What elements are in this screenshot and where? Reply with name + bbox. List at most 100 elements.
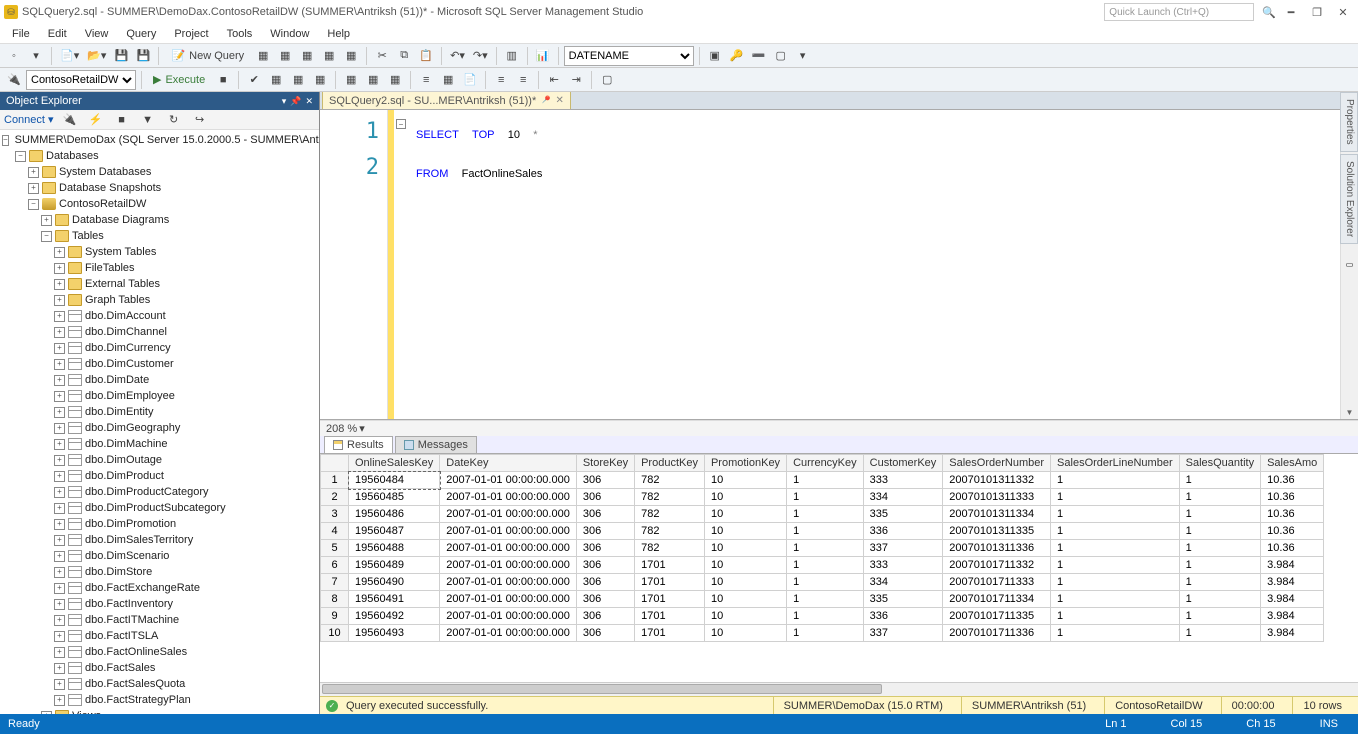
- column-header[interactable]: StoreKey: [576, 455, 634, 472]
- row-header[interactable]: 5: [321, 540, 349, 557]
- expand-icon[interactable]: +: [41, 215, 52, 226]
- table-dbo-dimdate[interactable]: +dbo.DimDate: [2, 372, 319, 388]
- uncomment-button[interactable]: ≡: [513, 70, 533, 90]
- grid-cell[interactable]: 306: [576, 540, 634, 557]
- grid-cell[interactable]: 337: [863, 625, 943, 642]
- grid-cell[interactable]: 1: [1051, 557, 1180, 574]
- grid-cell[interactable]: 1: [1051, 591, 1180, 608]
- expand-icon[interactable]: +: [54, 295, 65, 306]
- results-to-file-button[interactable]: 📄: [460, 70, 480, 90]
- row-header[interactable]: 1: [321, 472, 349, 489]
- tb-misc5-icon[interactable]: ▾: [793, 46, 813, 66]
- editor-tab[interactable]: SQLQuery2.sql - SU...MER\Antriksh (51))*…: [322, 92, 571, 109]
- grid-cell[interactable]: 1: [787, 506, 864, 523]
- grid-cell[interactable]: 20070101311336: [943, 540, 1051, 557]
- properties-button[interactable]: ▥: [502, 46, 522, 66]
- grid-cell[interactable]: 333: [863, 472, 943, 489]
- table-dbo-factsalesquota[interactable]: +dbo.FactSalesQuota: [2, 676, 319, 692]
- row-header-corner[interactable]: [321, 455, 349, 472]
- messages-tab[interactable]: Messages: [395, 436, 477, 453]
- grid-cell[interactable]: 2007-01-01 00:00:00.000: [440, 557, 577, 574]
- grid-cell[interactable]: 782: [635, 472, 705, 489]
- menu-edit[interactable]: Edit: [40, 26, 75, 42]
- grid-cell[interactable]: 1: [787, 540, 864, 557]
- contosoretaildw-node[interactable]: −ContosoRetailDW: [2, 196, 319, 212]
- column-header[interactable]: SalesAmo: [1261, 455, 1324, 472]
- tb-misc4-icon[interactable]: ▢: [771, 46, 791, 66]
- table-dbo-dimchannel[interactable]: +dbo.DimChannel: [2, 324, 319, 340]
- grid-cell[interactable]: 782: [635, 523, 705, 540]
- menu-project[interactable]: Project: [166, 26, 216, 42]
- graph-tables-node[interactable]: +Graph Tables: [2, 292, 319, 308]
- grid-cell[interactable]: 10: [704, 472, 786, 489]
- grid-cell[interactable]: 1: [787, 557, 864, 574]
- table-dbo-dimsalesterritory[interactable]: +dbo.DimSalesTerritory: [2, 532, 319, 548]
- live-stats-button[interactable]: ▦: [363, 70, 383, 90]
- grid-cell[interactable]: 1: [1051, 574, 1180, 591]
- grid-cell[interactable]: 19560490: [349, 574, 440, 591]
- query-options-button[interactable]: ▦: [288, 70, 308, 90]
- grid-cell[interactable]: 306: [576, 608, 634, 625]
- grid-cell[interactable]: 1: [787, 625, 864, 642]
- expand-icon[interactable]: +: [54, 471, 65, 482]
- grid-cell[interactable]: 1: [1051, 540, 1180, 557]
- expand-icon[interactable]: +: [54, 391, 65, 402]
- grid-cell[interactable]: 10: [704, 523, 786, 540]
- cut-button[interactable]: ✂: [372, 46, 392, 66]
- grid-cell[interactable]: 1701: [635, 557, 705, 574]
- grid-cell[interactable]: 19560492: [349, 608, 440, 625]
- grid-cell[interactable]: 1: [1179, 506, 1260, 523]
- grid-cell[interactable]: 1: [1179, 591, 1260, 608]
- expand-icon[interactable]: +: [54, 375, 65, 386]
- grid-cell[interactable]: 306: [576, 523, 634, 540]
- expand-icon[interactable]: +: [54, 695, 65, 706]
- grid-cell[interactable]: 19560485: [349, 489, 440, 506]
- database-combo[interactable]: ContosoRetailDW: [26, 70, 136, 90]
- refresh-icon[interactable]: ↻: [164, 110, 184, 130]
- table-dbo-dimmachine[interactable]: +dbo.DimMachine: [2, 436, 319, 452]
- row-header[interactable]: 10: [321, 625, 349, 642]
- filter-icon[interactable]: ⚡: [86, 110, 106, 130]
- tb-misc2-icon[interactable]: 🔑: [727, 46, 747, 66]
- function-combo[interactable]: DATENAME: [564, 46, 694, 66]
- expand-icon[interactable]: +: [54, 583, 65, 594]
- database-diagrams-node[interactable]: +Database Diagrams: [2, 212, 319, 228]
- grid-cell[interactable]: 306: [576, 557, 634, 574]
- expand-icon[interactable]: +: [54, 663, 65, 674]
- quick-launch-input[interactable]: Quick Launch (Ctrl+Q): [1104, 3, 1254, 21]
- split-icon[interactable]: ▭: [1346, 260, 1354, 269]
- table-dbo-dimproductsubcategory[interactable]: +dbo.DimProductSubcategory: [2, 500, 319, 516]
- grid-cell[interactable]: 20070101311333: [943, 489, 1051, 506]
- grid-cell[interactable]: 10: [704, 557, 786, 574]
- grid-cell[interactable]: 1: [1179, 523, 1260, 540]
- grid-cell[interactable]: 20070101311334: [943, 506, 1051, 523]
- grid-cell[interactable]: 1: [1051, 523, 1180, 540]
- pane-pin-icon[interactable]: 📌: [290, 96, 301, 107]
- parse-button[interactable]: ✔: [244, 70, 264, 90]
- new-query-button[interactable]: 📝New Query: [164, 46, 251, 66]
- grid-cell[interactable]: 2007-01-01 00:00:00.000: [440, 506, 577, 523]
- table-dbo-factitsla[interactable]: +dbo.FactITSLA: [2, 628, 319, 644]
- grid-cell[interactable]: 1701: [635, 625, 705, 642]
- grid-cell[interactable]: 306: [576, 489, 634, 506]
- menu-file[interactable]: File: [4, 26, 38, 42]
- grid-cell[interactable]: 1: [1051, 625, 1180, 642]
- filter-icon[interactable]: 🔌: [60, 110, 80, 130]
- close-tab-icon[interactable]: ✕: [555, 95, 563, 106]
- grid-cell[interactable]: 10: [704, 506, 786, 523]
- tb-db-engine-query-icon[interactable]: ▦: [253, 46, 273, 66]
- grid-cell[interactable]: 782: [635, 489, 705, 506]
- grid-cell[interactable]: 3.984: [1261, 625, 1324, 642]
- forward-button[interactable]: ▾: [26, 46, 46, 66]
- expand-icon[interactable]: +: [54, 359, 65, 370]
- grid-cell[interactable]: 3.984: [1261, 574, 1324, 591]
- expand-icon[interactable]: +: [54, 487, 65, 498]
- grid-cell[interactable]: 1: [1051, 608, 1180, 625]
- tables-node[interactable]: −Tables: [2, 228, 319, 244]
- increase-indent-button[interactable]: ⇥: [566, 70, 586, 90]
- grid-cell[interactable]: 306: [576, 591, 634, 608]
- table-dbo-dimcustomer[interactable]: +dbo.DimCustomer: [2, 356, 319, 372]
- column-header[interactable]: CurrencyKey: [787, 455, 864, 472]
- tb-misc3-icon[interactable]: ➖: [749, 46, 769, 66]
- table-dbo-factsales[interactable]: +dbo.FactSales: [2, 660, 319, 676]
